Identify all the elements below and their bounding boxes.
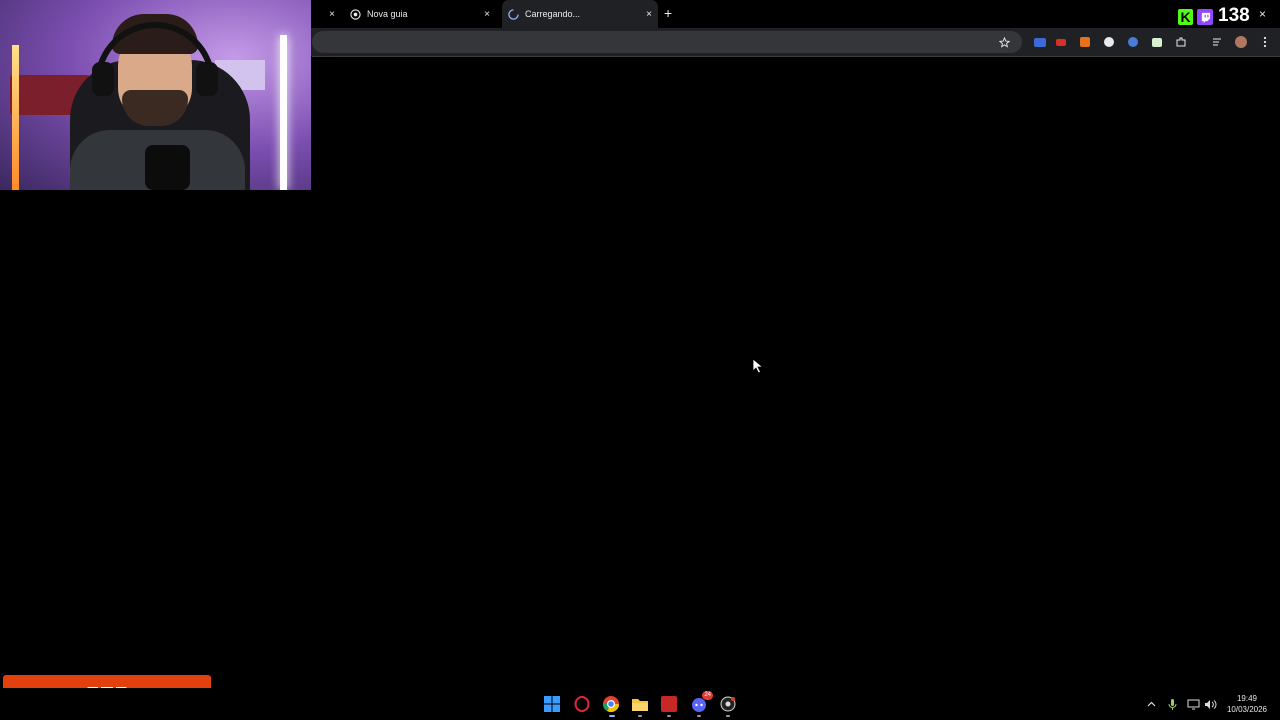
chrome-icon xyxy=(350,8,361,20)
app-running-indicator xyxy=(667,715,671,717)
tab-close-icon[interactable]: × xyxy=(646,9,652,20)
extension-red-icon[interactable] xyxy=(1054,35,1068,49)
extension-green-icon[interactable] xyxy=(1150,35,1164,49)
clock-time: 19:49 xyxy=(1236,694,1258,703)
webcam-overlay xyxy=(0,0,311,190)
tab-carregando[interactable]: Carregando... × xyxy=(502,0,658,28)
profile-avatar-icon[interactable] xyxy=(1234,35,1248,49)
toolbar-divider xyxy=(312,56,1280,57)
discord-running-indicator xyxy=(697,715,701,717)
microphone-icon[interactable] xyxy=(1165,697,1179,711)
bookmark-star-icon[interactable] xyxy=(997,35,1011,49)
streamer-app-icon[interactable] xyxy=(659,694,679,714)
discord-icon[interactable]: 24 xyxy=(689,691,713,714)
extension-blue-circle-icon[interactable] xyxy=(1126,35,1140,49)
tab-nova-guia[interactable]: Nova guia × xyxy=(344,0,496,28)
menu-kebab-icon[interactable] xyxy=(1258,35,1272,49)
loading-spinner-icon xyxy=(508,8,519,20)
explorer-running-indicator xyxy=(638,715,642,717)
extension-white-icon[interactable] xyxy=(1102,35,1116,49)
new-tab-button[interactable]: + xyxy=(664,5,672,21)
kick-logo-icon: K xyxy=(1178,9,1193,25)
show-hidden-icons-chevron-icon[interactable] xyxy=(1144,697,1158,711)
address-bar[interactable] xyxy=(312,31,1022,53)
chrome-running-indicator xyxy=(609,715,615,717)
mouse-cursor-icon xyxy=(752,358,764,374)
taskbar-clock[interactable]: 19:49 10/03/2026 xyxy=(1222,693,1272,715)
obs-icon[interactable] xyxy=(718,694,738,714)
tab-label: Nova guia xyxy=(367,9,408,19)
windows-start-icon[interactable] xyxy=(542,694,562,714)
window-close-icon[interactable]: × xyxy=(1259,7,1266,21)
file-explorer-icon[interactable] xyxy=(630,694,650,714)
tab-close-icon[interactable]: × xyxy=(484,9,490,20)
extension-orange-icon[interactable] xyxy=(1078,35,1092,49)
extensions-puzzle-icon[interactable] xyxy=(1174,35,1188,49)
discord-notification-badge: 24 xyxy=(702,691,713,700)
tab-partial-hidden[interactable]: × xyxy=(311,0,341,28)
network-icon[interactable] xyxy=(1186,697,1200,711)
extension-blue-badge-icon[interactable] xyxy=(1033,35,1047,49)
opera-icon[interactable] xyxy=(572,694,592,714)
obs-running-indicator xyxy=(726,715,730,717)
tab-label: Carregando... xyxy=(525,9,581,19)
twitch-logo-icon xyxy=(1197,9,1213,25)
chrome-taskbar-icon[interactable] xyxy=(601,694,621,714)
clock-date: 10/03/2026 xyxy=(1226,705,1268,714)
tab-close-icon[interactable]: × xyxy=(329,9,335,20)
viewer-count: 138 xyxy=(1218,5,1250,26)
reading-list-icon[interactable] xyxy=(1210,35,1224,49)
volume-icon[interactable] xyxy=(1203,697,1217,711)
